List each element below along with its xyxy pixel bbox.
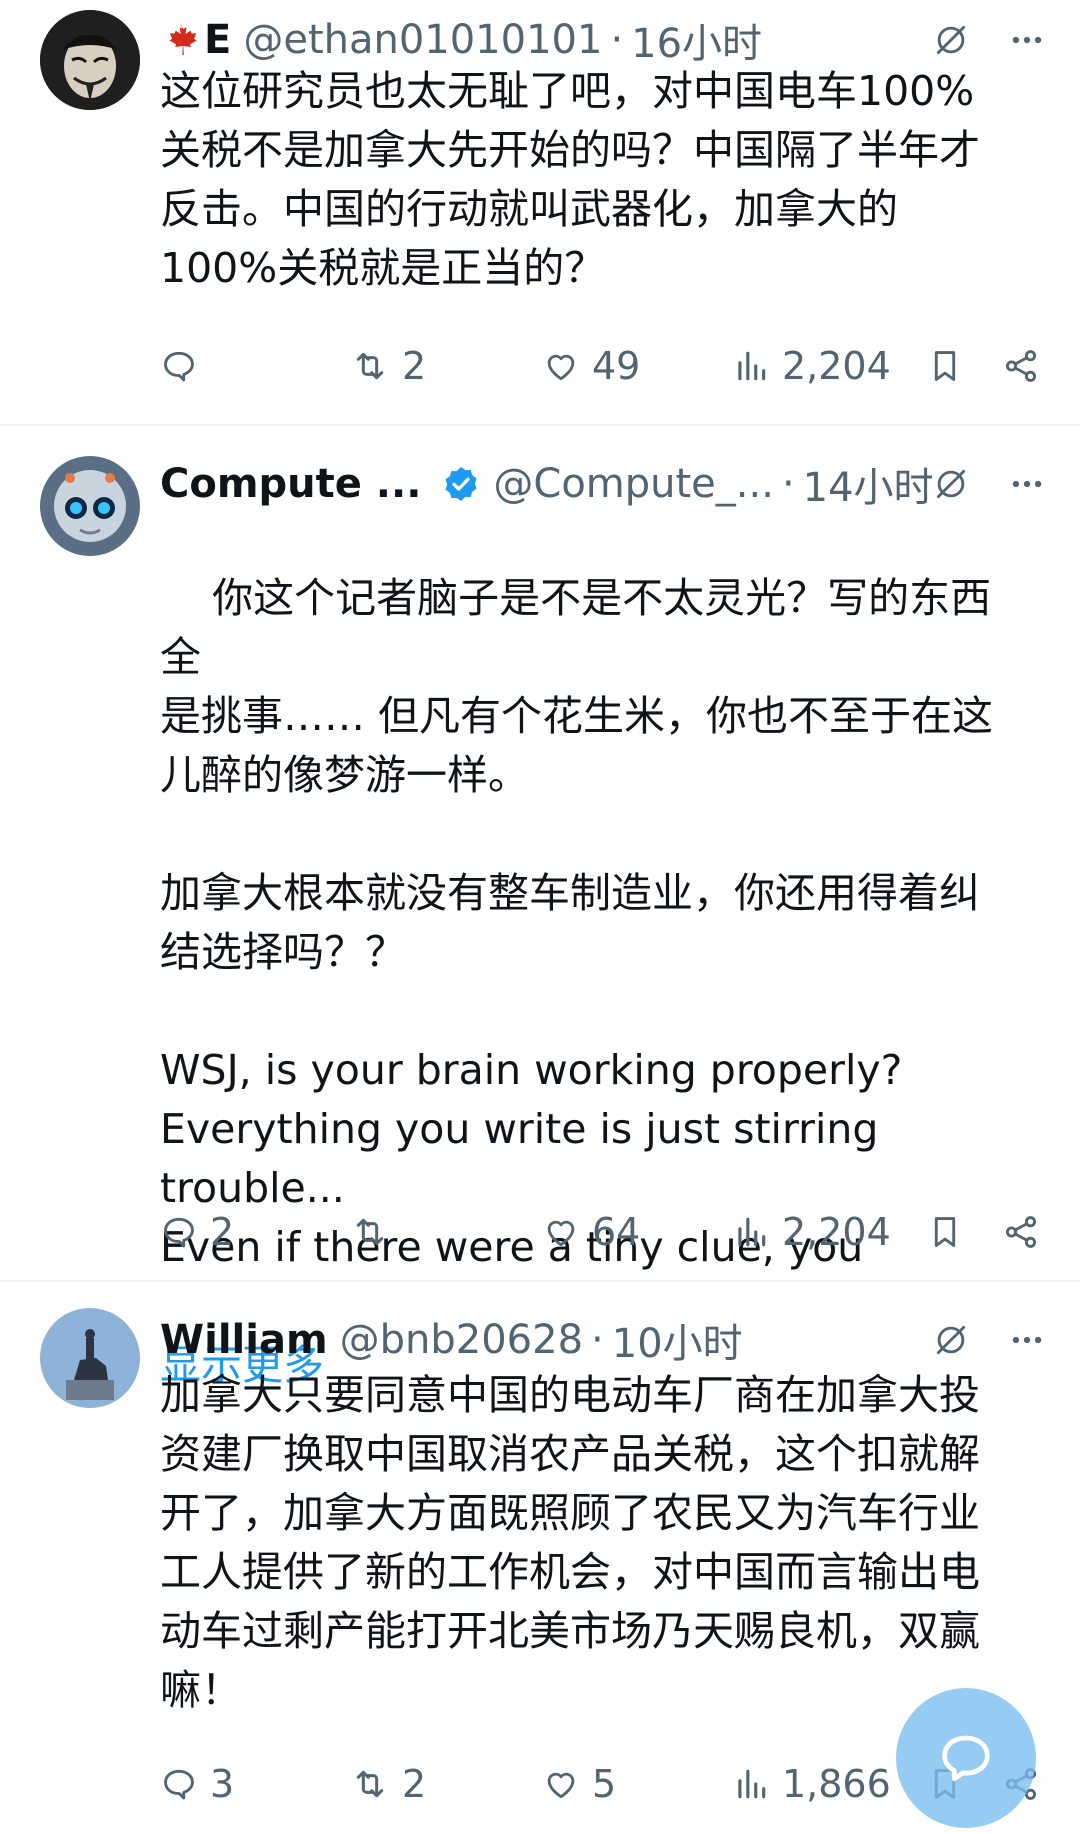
tweet-1[interactable]: E @ethan01010101 · 16小时 这位研究员也太无耻了吧，对中国电… <box>0 0 1080 426</box>
share-button[interactable] <box>1002 336 1040 396</box>
reply-icon <box>160 1213 198 1251</box>
user-handle[interactable]: @Compute_... <box>493 461 774 507</box>
analytics-icon <box>732 1765 770 1803</box>
timestamp[interactable]: 10小时 <box>612 1311 743 1369</box>
views-button[interactable]: 2,204 <box>732 1202 891 1262</box>
tweet-text-content: 你这个记者脑子是不是不太灵光？写的东西全 是挑事…… 但凡有个花生米，你也不至于… <box>160 574 994 1271</box>
views-button[interactable]: 2,204 <box>732 336 891 396</box>
view-count: 2,204 <box>782 1210 891 1254</box>
like-button[interactable]: 64 <box>542 1202 640 1262</box>
floating-compose-button[interactable] <box>896 1688 1036 1828</box>
share-button[interactable] <box>1002 1202 1040 1262</box>
display-name[interactable]: Compute ... <box>160 461 421 507</box>
user-handle[interactable]: @bnb20628 <box>340 1317 583 1363</box>
separator: · <box>610 17 624 63</box>
retweet-icon <box>350 1764 390 1804</box>
reply-icon <box>160 1765 198 1803</box>
avatar[interactable] <box>40 1308 140 1408</box>
avatar[interactable] <box>40 10 140 110</box>
bookmark-button[interactable] <box>926 1202 964 1262</box>
verified-badge-icon <box>441 464 481 504</box>
display-name[interactable]: William <box>160 1317 328 1363</box>
separator: · <box>781 461 795 507</box>
share-icon <box>1002 1213 1040 1251</box>
maple-leaf-icon <box>160 20 200 60</box>
heart-icon <box>542 1213 580 1251</box>
reply-icon <box>160 347 198 385</box>
reply-button[interactable]: 2 <box>160 1202 234 1262</box>
analytics-icon <box>732 347 770 385</box>
like-count: 5 <box>592 1762 617 1806</box>
retweet-button[interactable] <box>350 1202 402 1262</box>
like-count: 49 <box>592 344 641 388</box>
timestamp[interactable]: 14小时 <box>803 455 934 513</box>
bookmark-button[interactable] <box>926 336 964 396</box>
share-icon <box>1002 347 1040 385</box>
more-options-icon[interactable] <box>1008 465 1046 503</box>
retweet-count: 2 <box>402 344 427 388</box>
reply-count: 3 <box>210 1762 235 1806</box>
grok-icon[interactable] <box>932 465 970 503</box>
reply-button[interactable] <box>160 336 210 396</box>
separator: · <box>591 1317 604 1363</box>
heart-icon <box>542 347 580 385</box>
bookmark-icon <box>926 347 964 385</box>
views-button[interactable]: 1,866 <box>732 1754 891 1814</box>
timestamp[interactable]: 16小时 <box>631 11 762 69</box>
analytics-icon <box>732 1213 770 1251</box>
more-options-icon[interactable] <box>1008 1321 1046 1359</box>
heart-icon <box>542 1765 580 1803</box>
display-name[interactable]: E <box>204 17 231 63</box>
tweet-text: 这位研究员也太无耻了吧，对中国电车100% 关税不是加拿大先开始的吗？中国隔了半… <box>160 67 980 292</box>
reply-button[interactable]: 3 <box>160 1754 234 1814</box>
like-button[interactable]: 5 <box>542 1754 616 1814</box>
retweet-icon <box>350 346 390 386</box>
reply-count: 2 <box>210 1210 235 1254</box>
retweet-button[interactable]: 2 <box>350 336 426 396</box>
avatar[interactable] <box>40 456 140 556</box>
tweet-text: 加拿大只要同意中国的电动车厂商在加拿大投 资建厂换取中国取消农产品关税，这个扣就… <box>160 1371 980 1714</box>
bookmark-icon <box>926 1213 964 1251</box>
grok-icon[interactable] <box>932 1321 970 1359</box>
view-count: 2,204 <box>782 344 891 388</box>
retweet-count: 2 <box>402 1762 427 1806</box>
compose-message-icon <box>942 1735 990 1782</box>
tweet-2[interactable]: Compute ... @Compute_... · 14小时 你这个记者脑子是… <box>0 426 1080 1389</box>
more-options-icon[interactable] <box>1008 21 1046 59</box>
user-handle[interactable]: @ethan01010101 <box>243 17 602 63</box>
like-button[interactable]: 49 <box>542 336 640 396</box>
retweet-icon <box>350 1212 390 1252</box>
view-count: 1,866 <box>782 1762 891 1806</box>
like-count: 64 <box>592 1210 641 1254</box>
retweet-button[interactable]: 2 <box>350 1754 426 1814</box>
grok-icon[interactable] <box>932 21 970 59</box>
